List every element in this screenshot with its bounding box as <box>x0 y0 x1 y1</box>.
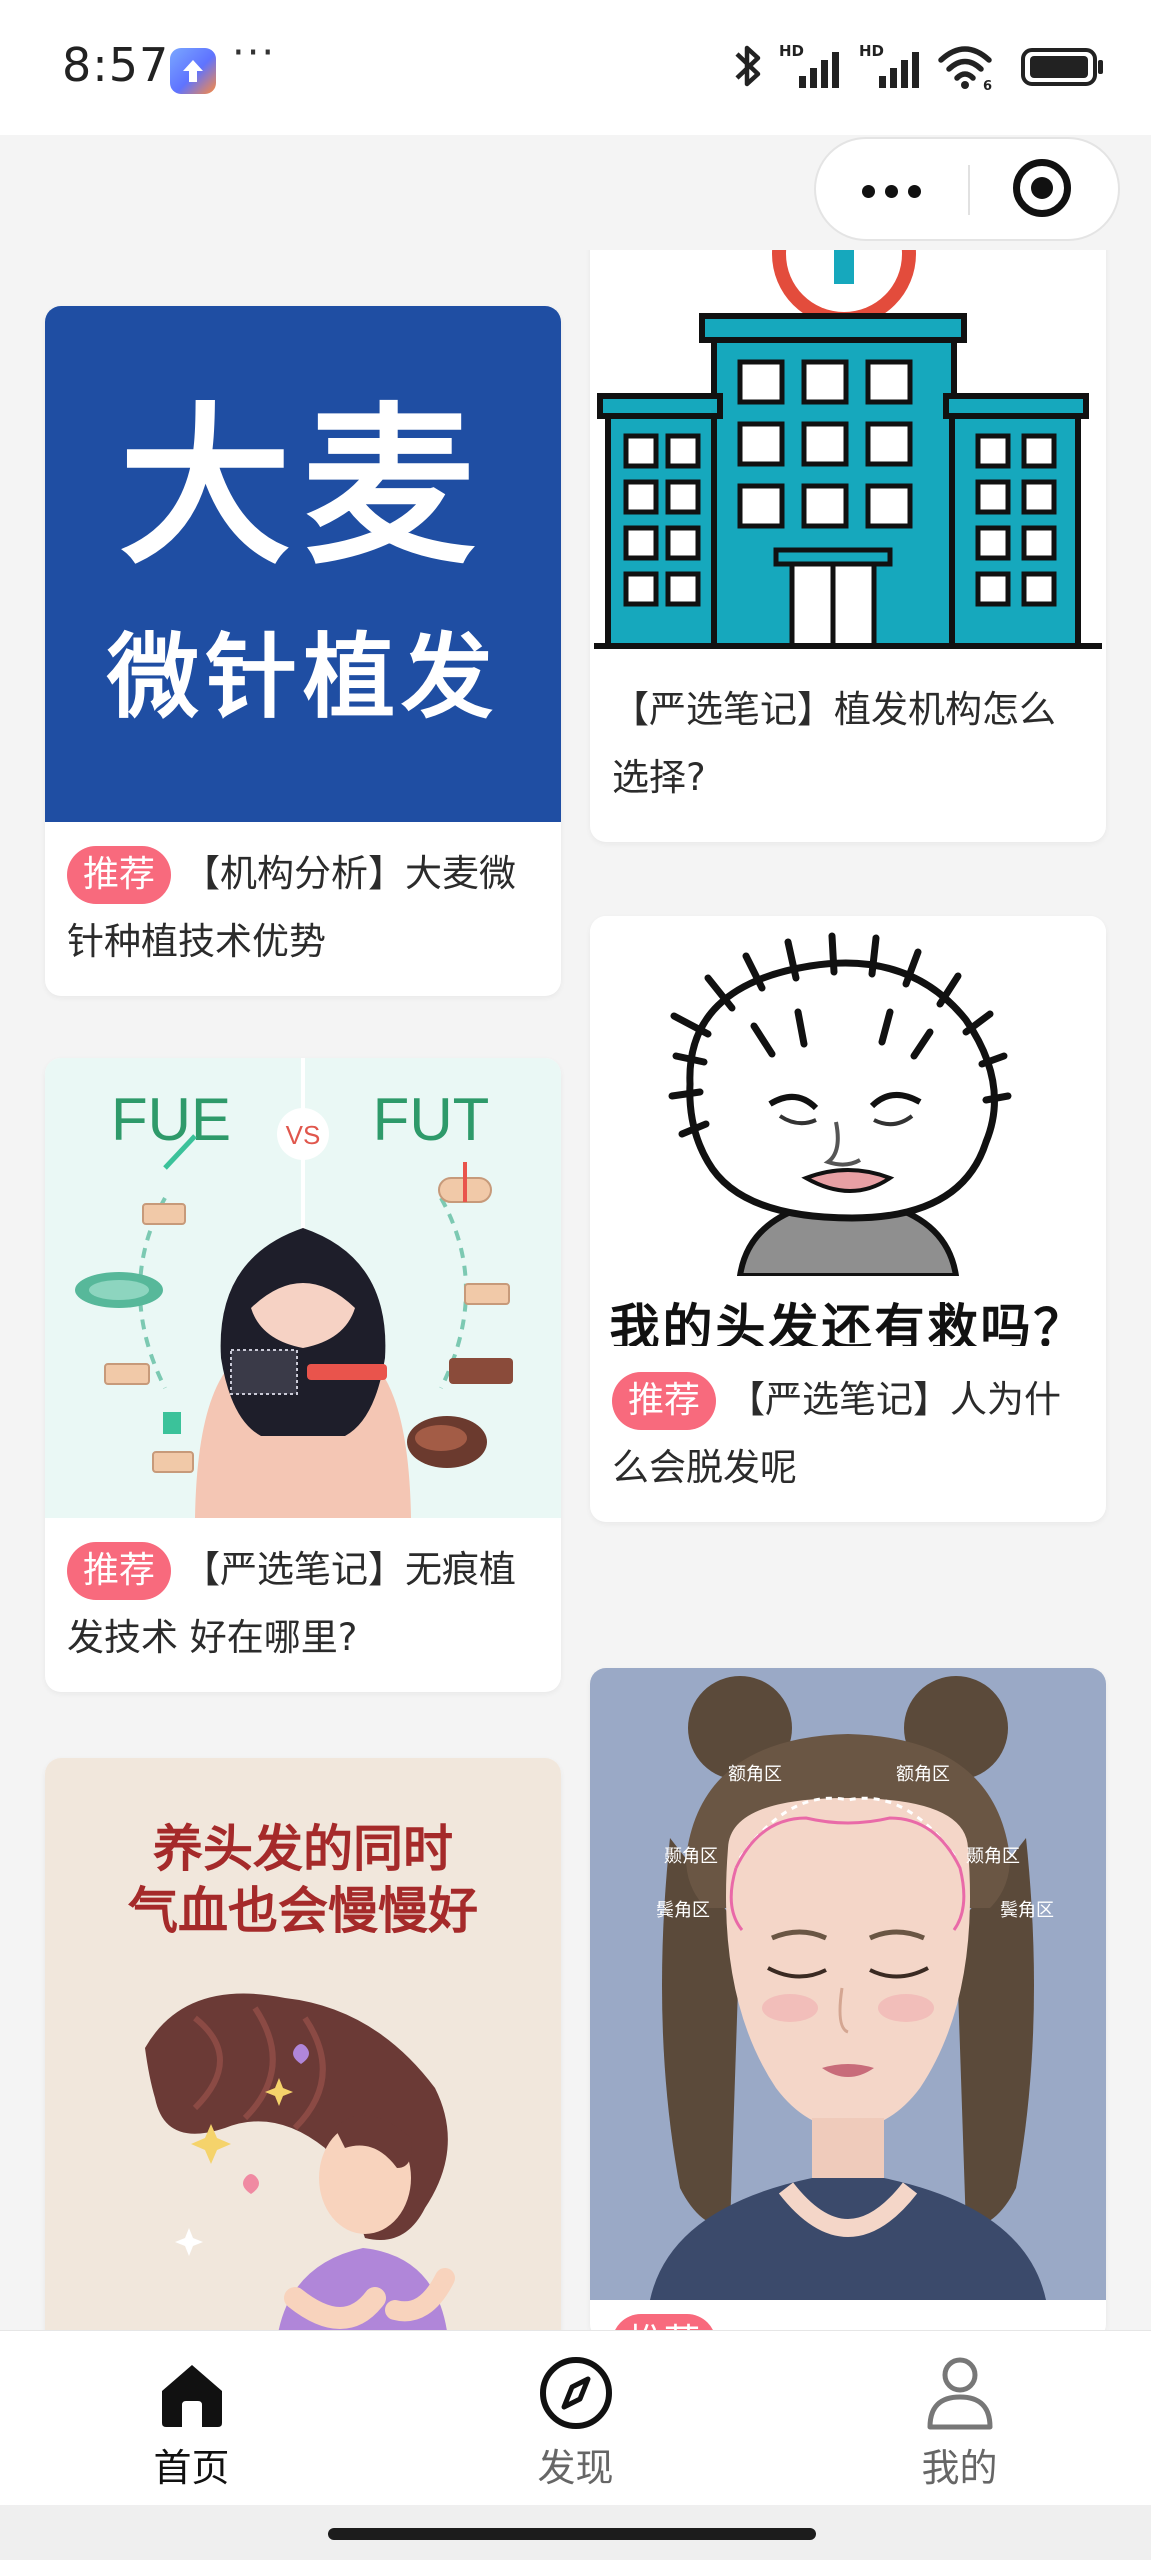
compass-icon <box>540 2357 612 2429</box>
card-image-meme: 我的头发还有救吗？ <box>590 916 1106 1346</box>
zone-label-4: 颞角区 <box>966 1846 1020 1867</box>
tab-label-home: 首页 <box>153 2446 230 2490</box>
tab-home[interactable]: 首页 <box>0 2331 383 2506</box>
image-brand-subtitle: 微针植发 <box>106 624 499 731</box>
recommend-tag: 推荐 <box>67 1542 172 1600</box>
zone-label-1: 额角区 <box>728 1764 782 1785</box>
zone-label-5: 鬓角区 <box>656 1899 710 1921</box>
card-image-damai: 大麦 微针植发 <box>45 306 561 822</box>
home-indicator[interactable] <box>328 2528 816 2540</box>
hospital-building-icon <box>594 250 1102 649</box>
zone-label-3: 颞角区 <box>664 1846 718 1867</box>
close-target-icon[interactable] <box>970 139 1120 239</box>
svg-text:6: 6 <box>983 79 992 92</box>
recommend-tag: 推荐 <box>67 846 172 904</box>
card-image-fue-fut: FUE VS FUT <box>45 1058 561 1518</box>
image-brand-title: 大麦 <box>119 387 487 588</box>
status-icons: HD HD 6 <box>731 40 1111 100</box>
zone-label-2: 额角区 <box>896 1764 950 1785</box>
article-card[interactable]: 我的头发还有救吗？ 推荐 【严选笔记】人为什么会脱发呢 <box>590 916 1106 1522</box>
bluetooth-icon <box>735 45 761 87</box>
recommend-tag: 推荐 <box>612 2314 717 2330</box>
home-icon <box>162 2365 222 2427</box>
status-more-indicator: ··· <box>232 30 277 76</box>
tab-discover[interactable]: 发现 <box>384 2331 767 2506</box>
recommend-tag: 推荐 <box>612 1372 717 1430</box>
tab-label-discover: 发现 <box>537 2446 614 2490</box>
mini-program-capsule <box>814 137 1120 241</box>
more-dots-icon[interactable] <box>816 139 966 239</box>
article-card[interactable]: 额角区 额角区 颞角区 颞角区 鬓角区 鬓角区 推荐 <box>590 1668 1106 2330</box>
article-feed[interactable]: 大麦 微针植发 推荐 【机构分析】大麦微针种植技术优势 【严选笔记】植发机构怎么… <box>0 250 1151 2330</box>
user-icon <box>927 2357 993 2430</box>
card-caption: 推荐 <box>590 2300 1106 2330</box>
signal-hd-1-icon: HD <box>779 42 839 88</box>
signal-hd-2-icon: HD <box>859 42 919 88</box>
image-text-line-2: 气血也会慢慢好 <box>128 1882 478 1940</box>
card-caption: 推荐 【严选笔记】无痕植发技术 好在哪里? <box>45 1518 561 1692</box>
card-image-hairline: 额角区 额角区 颞角区 颞角区 鬓角区 鬓角区 <box>590 1668 1106 2300</box>
article-card[interactable]: FUE VS FUT 推荐 【严选笔记】无痕植发技术 好在哪里? <box>45 1058 561 1692</box>
article-card[interactable]: 养头发的同时 气血也会慢慢好 <box>45 1758 561 2330</box>
status-time: 8:57 <box>62 38 170 92</box>
hd-badge-2: HD <box>859 42 884 60</box>
card-image-hospital <box>590 250 1106 654</box>
app-upload-icon <box>170 48 216 94</box>
status-bar: 8:57 ··· HD HD 6 <box>0 0 1151 135</box>
card-image-hair-care: 养头发的同时 气血也会慢慢好 <box>45 1758 561 2330</box>
article-card[interactable]: 大麦 微针植发 推荐 【机构分析】大麦微针种植技术优势 <box>45 306 561 996</box>
fut-label: FUT <box>373 1086 490 1153</box>
zone-label-6: 鬓角区 <box>1000 1899 1054 1921</box>
meme-caption-text: 我的头发还有救吗？ <box>609 1299 1087 1346</box>
fue-label: FUE <box>111 1086 231 1153</box>
tab-label-mine: 我的 <box>921 2446 998 2490</box>
battery-icon <box>1021 48 1103 86</box>
card-title: 【严选笔记】植发机构怎么选择? <box>612 688 1056 799</box>
wifi-icon: 6 <box>938 46 992 92</box>
bottom-tab-bar: 首页 发现 我的 <box>0 2330 1151 2505</box>
image-text-line-1: 养头发的同时 <box>153 1820 453 1878</box>
card-caption: 推荐 【机构分析】大麦微针种植技术优势 <box>45 822 561 996</box>
tab-mine[interactable]: 我的 <box>768 2331 1151 2506</box>
meme-face-icon <box>668 932 1012 1276</box>
card-caption: 推荐 【严选笔记】人为什么会脱发呢 <box>590 1346 1106 1522</box>
vs-label: VS <box>286 1120 321 1150</box>
article-card[interactable]: 【严选笔记】植发机构怎么选择? <box>590 250 1106 842</box>
hd-badge-1: HD <box>779 42 804 60</box>
card-caption: 【严选笔记】植发机构怎么选择? <box>590 654 1106 842</box>
